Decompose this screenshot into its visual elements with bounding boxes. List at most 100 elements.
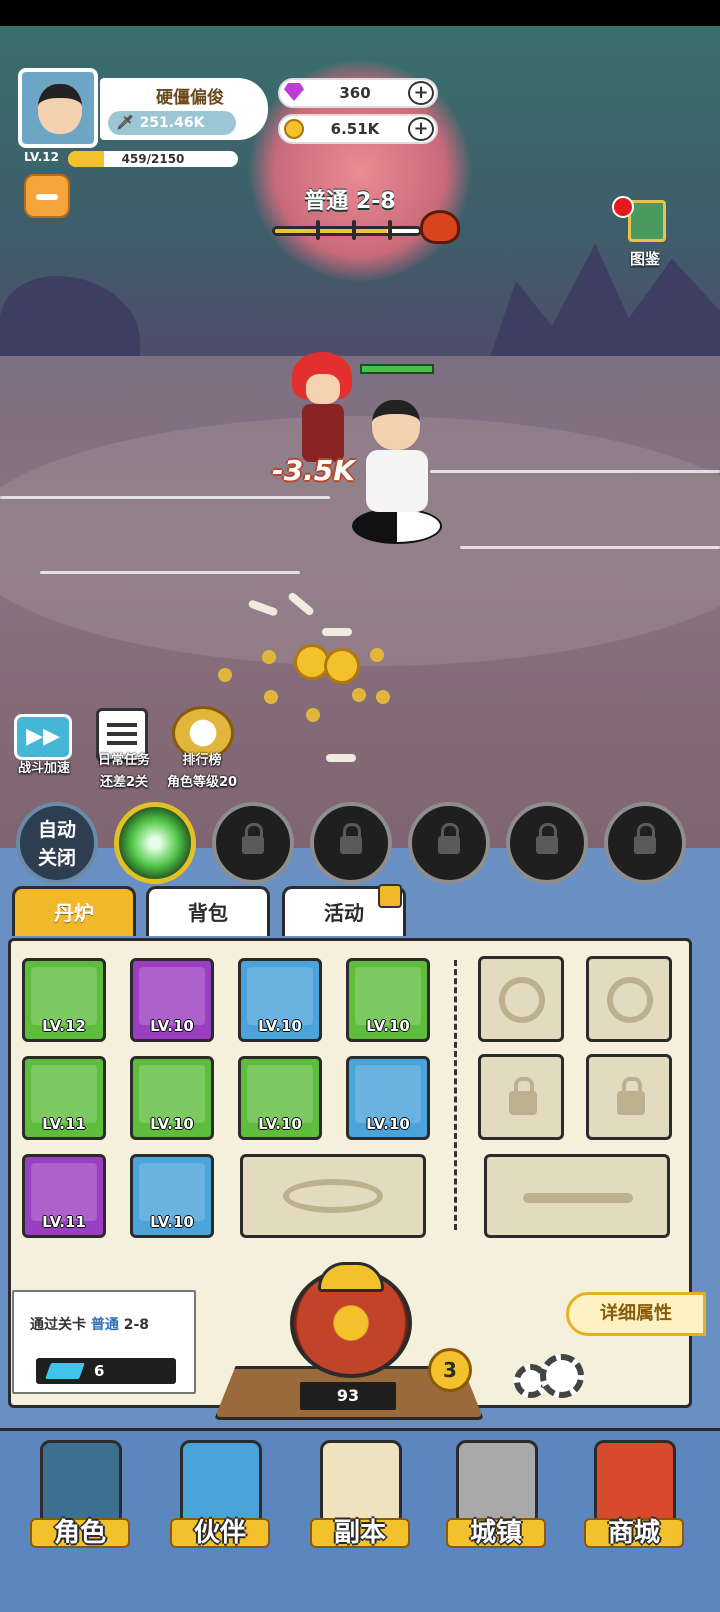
- auto-battle-toggle[interactable]: 自动 关闭: [16, 802, 98, 884]
- notification-dot: [612, 196, 634, 218]
- equipment-item[interactable]: LV.10: [238, 958, 322, 1042]
- tab-backpack[interactable]: 背包: [146, 886, 270, 936]
- skill-slot-locked[interactable]: [310, 802, 392, 884]
- gear-icon: [540, 1354, 584, 1398]
- sword-icon: 🗡: [116, 115, 134, 131]
- skill-slot-locked[interactable]: [506, 802, 588, 884]
- equipment-item-level: LV.10: [150, 1213, 194, 1231]
- coin-sparkle: [306, 708, 320, 722]
- exp-text: 459/2150: [121, 152, 185, 166]
- coin-sparkle: [376, 690, 390, 704]
- equipment-item-level: LV.10: [258, 1115, 302, 1133]
- gem-counter: 360 +: [278, 78, 438, 108]
- leaderboard-label[interactable]: 排行榜: [162, 752, 242, 770]
- accessory-slot-locked[interactable]: [478, 1054, 564, 1140]
- coin-drop: [324, 648, 360, 684]
- add-gold-button[interactable]: +: [408, 117, 434, 141]
- skill-slot-locked[interactable]: [408, 802, 490, 884]
- equipment-item-level: LV.11: [42, 1213, 86, 1231]
- detail-attributes-button[interactable]: 详细属性: [566, 1292, 706, 1336]
- equipment-item[interactable]: LV.10: [238, 1056, 322, 1140]
- skill-slot-locked[interactable]: [604, 802, 686, 884]
- equipment-item[interactable]: LV.10: [346, 1056, 430, 1140]
- speed-streak: [0, 496, 330, 499]
- coin-sparkle: [352, 688, 366, 702]
- nav-character[interactable]: 角色: [16, 1434, 144, 1554]
- settings-gear-button[interactable]: [512, 1352, 588, 1404]
- stage-clear-text: 通过关卡 普通 2-8: [30, 1314, 149, 1334]
- furnace-level-badge: 3: [428, 1348, 472, 1392]
- weapon-slot[interactable]: [484, 1154, 670, 1238]
- coin-sparkle: [370, 648, 384, 662]
- ticket-count: 6: [94, 1362, 105, 1380]
- nav-shop-label: 商城: [607, 1518, 660, 1548]
- equipment-item[interactable]: LV.10: [130, 1056, 214, 1140]
- stage-clear-prefix: 通过关卡: [30, 1317, 86, 1333]
- formation-slot[interactable]: [240, 1154, 426, 1238]
- equipment-item[interactable]: LV.11: [22, 1154, 106, 1238]
- lock-icon: [438, 823, 460, 854]
- equipment-item[interactable]: LV.10: [130, 1154, 214, 1238]
- accessory-slot-2[interactable]: [586, 956, 672, 1042]
- nav-town-label: 城镇: [469, 1518, 522, 1548]
- accessory-slot-1[interactable]: [478, 956, 564, 1042]
- battle-speed-label[interactable]: 战斗加速: [4, 760, 84, 778]
- trident-icon: [523, 1193, 633, 1203]
- shield-emblem-icon: [499, 977, 545, 1023]
- equipment-item-level: LV.11: [42, 1115, 86, 1133]
- enemy-hp-bar: [360, 364, 434, 374]
- avatar-face: [38, 84, 82, 134]
- stage-tick: [388, 220, 392, 240]
- nav-town[interactable]: 城镇: [432, 1434, 560, 1554]
- nav-dungeon-label: 副本: [333, 1518, 386, 1548]
- skill-slot-active[interactable]: [114, 802, 196, 884]
- speed-streak: [430, 470, 720, 473]
- stage-title: 普通 2-8: [304, 189, 396, 214]
- enemy-face: [306, 374, 340, 404]
- lock-icon: [509, 1077, 537, 1115]
- stage-progress-bar: [272, 226, 422, 236]
- coin-sparkle: [218, 668, 232, 682]
- speed-streak: [460, 546, 720, 549]
- skill-slot-locked[interactable]: [212, 802, 294, 884]
- equipment-item-level: LV.10: [366, 1115, 410, 1133]
- tab-events-arrow-icon: [378, 884, 402, 908]
- accessory-slot-locked[interactable]: [586, 1054, 672, 1140]
- daily-task-label[interactable]: 日常任务: [84, 752, 164, 770]
- menu-toggle-button[interactable]: [24, 174, 70, 218]
- panel-divider: [454, 960, 457, 1230]
- lock-icon: [536, 823, 558, 854]
- gold-counter: 6.51K +: [278, 114, 438, 144]
- player-avatar[interactable]: [18, 68, 98, 148]
- battle-speed-button[interactable]: ▶▶: [14, 714, 72, 760]
- coin-icon: [284, 119, 304, 139]
- stage-tick: [316, 220, 320, 240]
- nav-shop[interactable]: 商城: [570, 1434, 698, 1554]
- handbook-label[interactable]: 图鉴: [620, 248, 670, 269]
- bone-drop: [322, 628, 352, 636]
- nav-dungeon[interactable]: 副本: [296, 1434, 424, 1554]
- yinyang-disc: [352, 508, 442, 544]
- nav-partner[interactable]: 伙伴: [156, 1434, 284, 1554]
- tab-furnace[interactable]: 丹炉: [12, 886, 136, 936]
- stage-clear-mode: 普通: [90, 1317, 119, 1333]
- stage-info-card: 通过关卡 普通 2-8 6: [12, 1290, 196, 1394]
- equipment-item[interactable]: LV.11: [22, 1056, 106, 1140]
- add-gems-button[interactable]: +: [408, 81, 434, 105]
- equipment-item[interactable]: LV.12: [22, 958, 106, 1042]
- lock-icon: [617, 1077, 645, 1115]
- equipment-item[interactable]: LV.10: [130, 958, 214, 1042]
- nav-partner-label: 伙伴: [193, 1518, 246, 1548]
- equipment-item-level: LV.10: [150, 1115, 194, 1133]
- equipment-item-level: LV.12: [42, 1017, 86, 1035]
- damage-number: -3.5K: [272, 454, 355, 487]
- equipment-item[interactable]: LV.10: [346, 958, 430, 1042]
- furnace-count: 93: [300, 1382, 396, 1410]
- stage-tick: [352, 220, 356, 240]
- speed-streak: [40, 571, 300, 574]
- auto-label-line2: 关闭: [37, 847, 76, 869]
- player-name: 硬僵偏俊: [156, 88, 224, 108]
- daily-task-sub: 还差2关: [99, 775, 149, 790]
- gold-value: 6.51K: [330, 120, 380, 138]
- boss-icon: [420, 210, 460, 244]
